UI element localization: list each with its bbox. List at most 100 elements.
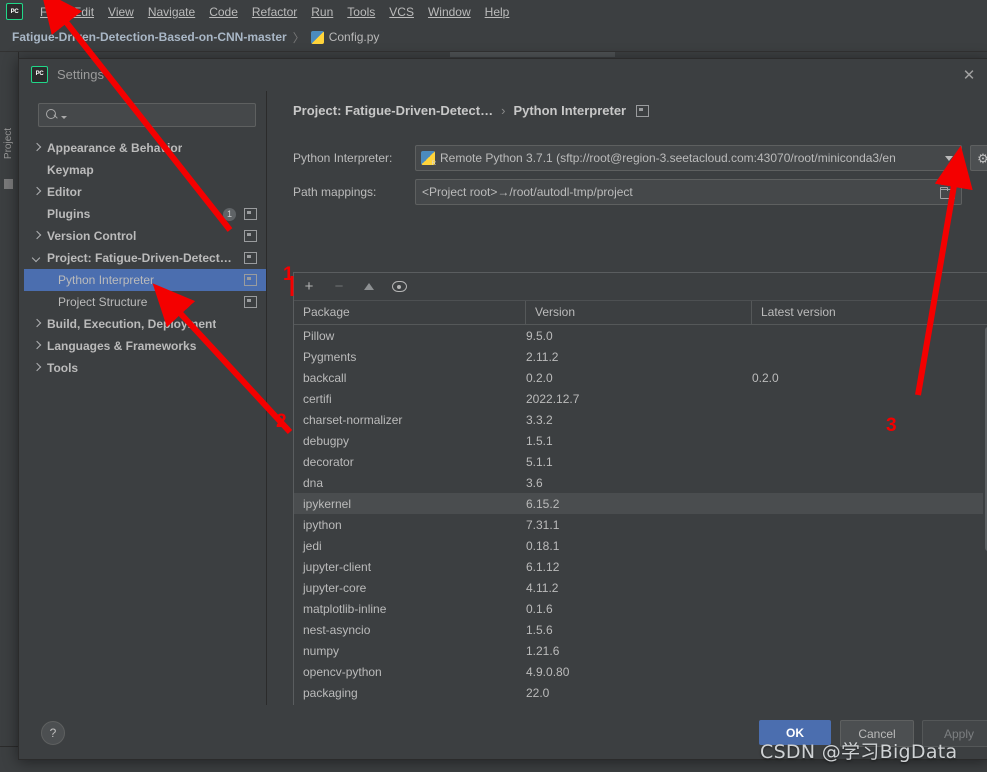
remove-package-button[interactable]: − — [328, 276, 350, 298]
cancel-button[interactable]: Cancel — [840, 720, 914, 747]
sidebar-item-python-interpreter[interactable]: Python Interpreter — [24, 269, 266, 291]
table-row[interactable]: opencv-python4.9.0.80 — [294, 661, 987, 682]
package-name: opencv-python — [294, 665, 526, 679]
table-row[interactable]: matplotlib-inline0.1.6 — [294, 598, 987, 619]
settings-tree: Appearance & Behavior Keymap Editor Plug… — [24, 137, 266, 379]
packages-table-header: Package Version Latest version — [294, 301, 987, 325]
ok-button[interactable]: OK — [759, 720, 831, 745]
column-header-package[interactable]: Package — [294, 301, 526, 324]
chevron-right-icon[interactable] — [32, 187, 43, 198]
table-row[interactable]: decorator5.1.1 — [294, 451, 987, 472]
table-row[interactable]: packaging22.0 — [294, 682, 987, 703]
package-version: 0.1.6 — [526, 602, 752, 616]
page-title-parent[interactable]: Project: Fatigue-Driven-Detect… — [293, 103, 493, 118]
table-row[interactable]: jedi0.18.1 — [294, 535, 987, 556]
sidebar-item-languages-frameworks[interactable]: Languages & Frameworks — [24, 335, 266, 357]
package-version: 0.18.1 — [526, 539, 752, 553]
menu-item-run[interactable]: Run — [304, 3, 340, 21]
table-row[interactable]: charset-normalizer3.3.2 — [294, 409, 987, 430]
chevron-right-icon[interactable] — [32, 143, 43, 154]
breadcrumb-file[interactable]: Config.py — [311, 30, 380, 44]
menu-label-help: Help — [485, 5, 510, 19]
sidebar-item-project-structure[interactable]: Project Structure — [24, 291, 266, 313]
add-package-button[interactable]: + — [298, 276, 320, 298]
tool-window-button-project[interactable]: Project — [1, 113, 16, 173]
menu-item-view[interactable]: View — [101, 3, 141, 21]
chevron-right-icon[interactable] — [32, 363, 43, 374]
package-version: 6.15.2 — [526, 497, 752, 511]
menu-item-navigate[interactable]: Navigate — [141, 3, 202, 21]
apply-button[interactable]: Apply — [922, 720, 987, 747]
sidebar-item-keymap[interactable]: Keymap — [24, 159, 266, 181]
path-mappings-row: Path mappings: <Project root>→/root/auto… — [293, 179, 962, 205]
interpreter-settings-button[interactable]: ⚙ — [970, 145, 987, 171]
menu-item-window[interactable]: Window — [421, 3, 478, 21]
sidebar-item-label: Build, Execution, Deployment — [47, 317, 216, 331]
table-row[interactable]: Pillow9.5.0 — [294, 325, 987, 346]
path-mappings-label: Path mappings: — [293, 185, 415, 199]
menu-label-navigate: Navigate — [148, 5, 195, 19]
menu-label-vcs: VCS — [389, 5, 414, 19]
close-icon[interactable]: ✕ — [960, 66, 978, 84]
table-row[interactable]: Pygments2.11.2 — [294, 346, 987, 367]
search-icon — [46, 109, 59, 122]
structure-icon[interactable] — [4, 179, 13, 189]
table-row[interactable]: debugpy1.5.1 — [294, 430, 987, 451]
chevron-right-icon[interactable] — [32, 231, 43, 242]
sidebar-item-build-execution-deployment[interactable]: Build, Execution, Deployment — [24, 313, 266, 335]
help-button[interactable]: ? — [41, 721, 65, 745]
table-row[interactable]: ipython7.31.1 — [294, 514, 987, 535]
menu-item-vcs[interactable]: VCS — [382, 3, 421, 21]
path-mappings-field[interactable]: <Project root>→/root/autodl-tmp/project — [415, 179, 962, 205]
package-version: 3.6 — [526, 476, 752, 490]
page-title-current: Python Interpreter — [513, 103, 626, 118]
menu-item-refactor[interactable]: Refactor — [245, 3, 304, 21]
eye-icon — [392, 281, 407, 292]
table-row[interactable]: backcall0.2.00.2.0 — [294, 367, 987, 388]
table-row[interactable]: dna3.6 — [294, 472, 987, 493]
column-header-latest-version[interactable]: Latest version — [752, 301, 987, 324]
chevron-right-icon[interactable] — [32, 341, 43, 352]
sidebar-item-editor[interactable]: Editor — [24, 181, 266, 203]
table-row[interactable]: ipykernel6.15.2 — [294, 493, 987, 514]
breadcrumb-project[interactable]: Fatigue-Driven-Detection-Based-on-CNN-ma… — [12, 30, 287, 44]
folder-icon[interactable] — [940, 187, 954, 198]
package-name: dna — [294, 476, 526, 490]
chevron-down-icon[interactable] — [945, 156, 953, 161]
chevron-down-icon[interactable] — [32, 253, 43, 264]
upgrade-package-button[interactable] — [358, 276, 380, 298]
package-name: nest-asyncio — [294, 623, 526, 637]
menu-item-edit[interactable]: Edit — [66, 3, 101, 21]
packages-toolbar: + − — [294, 273, 987, 301]
sidebar-item-label: Keymap — [47, 163, 94, 177]
settings-search-box[interactable] — [38, 103, 256, 127]
sidebar-item-appearance-behavior[interactable]: Appearance & Behavior — [24, 137, 266, 159]
table-row[interactable]: jupyter-core4.11.2 — [294, 577, 987, 598]
menu-item-tools[interactable]: Tools — [340, 3, 382, 21]
sidebar-item-tools[interactable]: Tools — [24, 357, 266, 379]
menu-item-file[interactable]: File — [33, 3, 66, 21]
table-row[interactable]: numpy1.21.6 — [294, 640, 987, 661]
sidebar-item-plugins[interactable]: Plugins 1 — [24, 203, 266, 225]
sidebar-item-version-control[interactable]: Version Control — [24, 225, 266, 247]
table-row[interactable]: certifi2022.12.7 — [294, 388, 987, 409]
menu-label-refactor: Refactor — [252, 5, 297, 19]
package-version: 9.5.0 — [526, 329, 752, 343]
search-input[interactable] — [67, 107, 255, 123]
table-row[interactable]: jupyter-client6.1.12 — [294, 556, 987, 577]
packages-scrollbar[interactable] — [983, 325, 987, 727]
sidebar-item-label: Tools — [47, 361, 78, 375]
packages-table-body[interactable]: Pillow9.5.0 Pygments2.11.2 backcall0.2.0… — [294, 325, 987, 727]
package-version: 3.3.2 — [526, 413, 752, 427]
settings-dialog-titlebar: PC Settings — [19, 59, 987, 89]
menu-item-help[interactable]: Help — [478, 3, 517, 21]
column-header-version[interactable]: Version — [526, 301, 752, 324]
menu-item-code[interactable]: Code — [202, 3, 245, 21]
table-row[interactable]: nest-asyncio1.5.6 — [294, 619, 987, 640]
package-version: 1.5.1 — [526, 434, 752, 448]
chevron-right-icon[interactable] — [32, 319, 43, 330]
sidebar-item-project[interactable]: Project: Fatigue-Driven-Detect… — [24, 247, 266, 269]
project-scope-icon — [244, 296, 257, 308]
show-early-releases-button[interactable] — [388, 276, 410, 298]
python-interpreter-select[interactable]: Remote Python 3.7.1 (sftp://root@region-… — [415, 145, 962, 171]
